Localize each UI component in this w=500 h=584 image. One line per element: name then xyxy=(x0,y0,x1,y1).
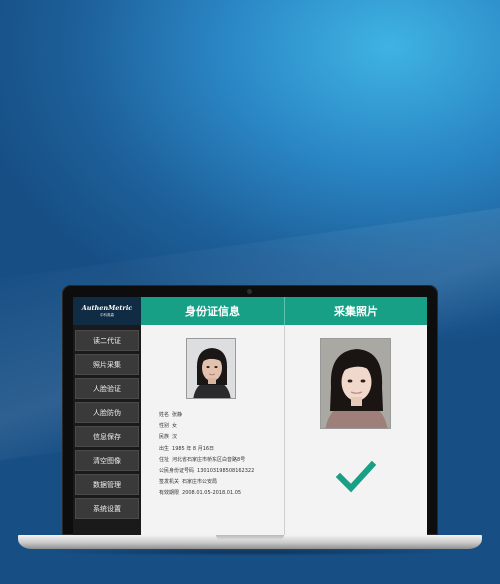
id-number-row: 公民身份证号码 130103198508162322 xyxy=(159,466,254,477)
app-logo: AuthenMetric 中科奥森 xyxy=(73,297,141,325)
id-name-row: 姓名 张静 xyxy=(159,410,254,421)
laptop-notch xyxy=(216,535,284,540)
id-card-details: 姓名 张静 性别女 民族汉 出生 1985 年 8 月16日 住址 河北省石家庄市桥东… xyxy=(159,410,254,500)
id-valid-label: 有效期限 xyxy=(159,490,180,497)
id-valid-row: 有效期限 2008.01.05-2018.01.05 xyxy=(159,488,254,499)
sidebar-item-face-verify[interactable]: 人脸验证 xyxy=(75,378,139,399)
id-ethnicity-row: 民族汉 xyxy=(159,432,254,443)
sidebar-item-photo-capture[interactable]: 照片采集 xyxy=(75,354,139,375)
id-birth-row: 出生 1985 年 8 月16日 xyxy=(159,444,254,455)
id-name-label: 姓名 xyxy=(159,412,170,418)
id-address-value: 河北省石家庄市桥东区白音路8号 xyxy=(172,456,246,463)
id-sex-value: 女 xyxy=(172,423,178,430)
app-window: AuthenMetric 中科奥森 身份证信息 采集照片 读二代证 照片采集 人… xyxy=(73,297,427,535)
sidebar-item-anti-spoof[interactable]: 人脸防伪 xyxy=(75,402,139,423)
id-authority-row: 签发机关 石家庄市公安局 xyxy=(159,477,254,488)
sidebar-item-clear-image[interactable]: 清空图像 xyxy=(75,450,139,471)
tab-id-info[interactable]: 身份证信息 xyxy=(141,297,284,325)
id-sex-row: 性别女 xyxy=(159,421,254,432)
id-info-panel: 姓名 张静 性别女 民族汉 出生 1985 年 8 月16日 住址 河北省石家庄市桥东… xyxy=(141,325,284,535)
id-birth-value: 1985 年 8 月16日 xyxy=(172,445,215,452)
id-birth-label: 出生 xyxy=(159,445,170,452)
id-number-label: 公民身份证号码 xyxy=(159,468,195,475)
sidebar: 读二代证 照片采集 人脸验证 人脸防伪 信息保存 清空图像 数据管理 系统设置 xyxy=(73,325,141,535)
webcam-icon xyxy=(247,289,252,294)
captured-photo xyxy=(320,338,391,429)
laptop: AuthenMetric 中科奥森 身份证信息 采集照片 读二代证 照片采集 人… xyxy=(62,285,438,535)
tab-collect-photo[interactable]: 采集照片 xyxy=(284,297,427,325)
checkmark-icon xyxy=(335,458,377,498)
laptop-shadow xyxy=(40,548,460,556)
sidebar-item-read-id[interactable]: 读二代证 xyxy=(75,330,139,351)
id-number-value: 130103198508162322 xyxy=(197,468,255,475)
collect-photo-panel xyxy=(285,325,427,535)
id-ethnicity-value: 汉 xyxy=(172,434,178,441)
id-sex-label: 性别 xyxy=(159,423,170,430)
id-valid-value: 2008.01.05-2018.01.05 xyxy=(182,490,242,497)
id-authority-value: 石家庄市公安局 xyxy=(182,479,218,486)
id-card-photo xyxy=(186,338,236,399)
id-address-row: 住址 河北省石家庄市桥东区白音路8号 xyxy=(159,455,254,466)
id-authority-label: 签发机关 xyxy=(159,479,180,486)
id-ethnicity-label: 民族 xyxy=(159,434,170,441)
logo-text: AuthenMetric xyxy=(81,304,133,312)
sidebar-item-data-management[interactable]: 数据管理 xyxy=(75,474,139,495)
app-header: AuthenMetric 中科奥森 身份证信息 采集照片 xyxy=(73,297,427,325)
sidebar-item-save-info[interactable]: 信息保存 xyxy=(75,426,139,447)
logo-subtext: 中科奥森 xyxy=(100,313,114,317)
laptop-base xyxy=(18,535,482,549)
sidebar-item-settings[interactable]: 系统设置 xyxy=(75,498,139,519)
id-name-value: 张静 xyxy=(172,412,183,418)
id-address-label: 住址 xyxy=(159,456,170,463)
